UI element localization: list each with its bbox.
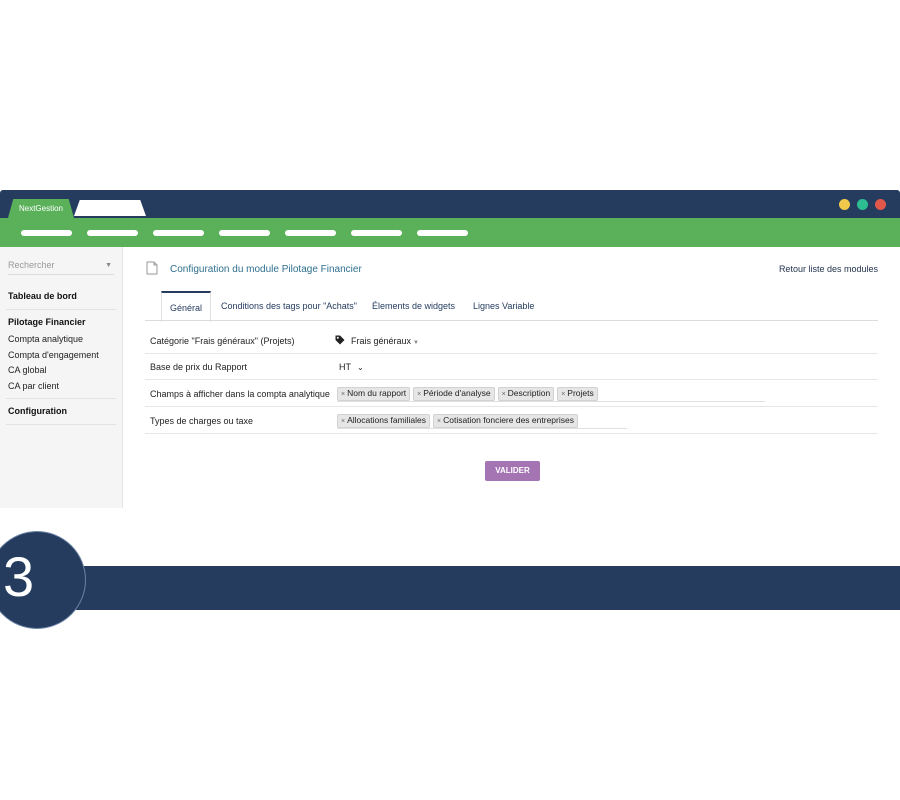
chip-label: Description <box>507 388 551 398</box>
base-price-select[interactable]: HT ⌄ <box>339 362 364 372</box>
sidebar-search-select[interactable]: Rechercher ▼ <box>8 260 114 275</box>
sidebar-divider <box>6 398 116 399</box>
chip-label: Cotisation fonciere des entreprises <box>443 415 574 425</box>
chip-description[interactable]: × Description <box>497 387 555 401</box>
chip-label: Projets <box>567 388 594 398</box>
chip-label: Nom du rapport <box>347 388 407 398</box>
search-placeholder: Rechercher <box>8 260 55 270</box>
sidebar-item-pilotage-financier[interactable]: Pilotage Financier <box>8 317 86 327</box>
browser-tab-nextgestion[interactable]: NextGestion <box>8 199 74 218</box>
chip-label: Période d'analyse <box>423 388 491 398</box>
chip-nom-du-rapport[interactable]: × Nom du rapport <box>337 387 411 401</box>
nav-placeholder-7[interactable] <box>417 230 468 236</box>
category-value: Frais généraux <box>351 336 412 346</box>
minimize-dot-icon[interactable] <box>839 199 850 210</box>
tag-icon <box>335 335 345 345</box>
sidebar: Rechercher ▼ Tableau de bord Pilotage Fi… <box>0 247 123 508</box>
chip-cotisation-fonciere[interactable]: × Cotisation fonciere des entreprises <box>433 414 578 428</box>
sidebar-divider <box>6 309 116 310</box>
step-number: 3 <box>3 545 35 608</box>
remove-icon[interactable]: × <box>341 391 345 398</box>
sidebar-item-compta-engagement[interactable]: Compta d'engagement <box>8 350 99 360</box>
row-types-charges: Types de charges ou taxe × Allocations fa… <box>145 407 878 434</box>
tabs-divider <box>145 320 878 321</box>
top-nav-bar <box>0 218 900 247</box>
nav-placeholder-2[interactable] <box>87 230 138 236</box>
row-categorie: Catégorie "Frais généraux" (Projets) Fra… <box>145 328 878 354</box>
tab-general[interactable]: Général <box>161 291 211 322</box>
page-title: Configuration du module Pilotage Financi… <box>170 264 362 275</box>
tab-lignes-variable[interactable]: Lignes Variable <box>473 300 534 312</box>
caret-down-icon: ▼ <box>413 340 419 346</box>
main-content: Configuration du module Pilotage Financi… <box>123 247 900 508</box>
base-price-value: HT <box>339 362 351 372</box>
sidebar-item-ca-global[interactable]: CA global <box>8 365 47 375</box>
row-label: Catégorie "Frais généraux" (Projets) <box>150 336 295 346</box>
fields-multiselect[interactable]: × Nom du rapport × Période d'analyse × Descri… <box>337 385 765 402</box>
nav-placeholder-6[interactable] <box>351 230 402 236</box>
title-bar: NextGestion <box>0 190 900 218</box>
row-champs: Champs à afficher dans la compta analyti… <box>145 380 878 407</box>
remove-icon[interactable]: × <box>417 391 421 398</box>
nav-placeholder-3[interactable] <box>153 230 204 236</box>
sidebar-divider <box>6 424 116 425</box>
close-dot-icon[interactable] <box>875 199 886 210</box>
row-base-prix: Base de prix du Rapport HT ⌄ <box>145 354 878 380</box>
document-icon <box>146 261 158 275</box>
chevron-down-icon: ⌄ <box>357 363 364 372</box>
nav-placeholder-5[interactable] <box>285 230 336 236</box>
remove-icon[interactable]: × <box>437 418 441 425</box>
row-label: Types de charges ou taxe <box>150 416 254 426</box>
nav-placeholder-1[interactable] <box>21 230 72 236</box>
sidebar-item-ca-par-client[interactable]: CA par client <box>8 381 59 391</box>
category-select[interactable]: Frais généraux ▼ <box>351 336 419 346</box>
sidebar-item-tableau-de-bord[interactable]: Tableau de bord <box>8 291 77 301</box>
footer-band <box>0 566 900 610</box>
valider-button[interactable]: VALIDER <box>485 461 540 481</box>
back-to-modules-link[interactable]: Retour liste des modules <box>779 264 878 274</box>
nav-placeholder-4[interactable] <box>219 230 270 236</box>
remove-icon[interactable]: × <box>561 391 565 398</box>
app-window: NextGestion Rechercher ▼ Tableau de bord… <box>0 190 900 629</box>
maximize-dot-icon[interactable] <box>857 199 868 210</box>
row-label: Base de prix du Rapport <box>150 362 248 372</box>
browser-tab-blank[interactable] <box>74 200 146 216</box>
row-label: Champs à afficher dans la compta analyti… <box>150 389 330 399</box>
remove-icon[interactable]: × <box>502 391 506 398</box>
chip-periode-analyse[interactable]: × Période d'analyse <box>413 387 495 401</box>
chip-allocations-familiales[interactable]: × Allocations familiales <box>337 414 430 428</box>
chip-projets[interactable]: × Projets <box>557 387 598 401</box>
sidebar-item-compta-analytique[interactable]: Compta analytique <box>8 334 83 344</box>
chip-label: Allocations familiales <box>347 415 426 425</box>
charges-multiselect[interactable]: × Allocations familiales × Cotisation fonci… <box>337 412 627 429</box>
remove-icon[interactable]: × <box>341 418 345 425</box>
sidebar-item-configuration[interactable]: Configuration <box>8 406 67 416</box>
tab-elements-widgets[interactable]: Élements de widgets <box>372 300 455 312</box>
tab-conditions-tags-achats[interactable]: Conditions des tags pour "Achats" <box>221 300 357 312</box>
step-badge: 3 <box>0 531 86 629</box>
caret-down-icon: ▼ <box>105 262 112 269</box>
